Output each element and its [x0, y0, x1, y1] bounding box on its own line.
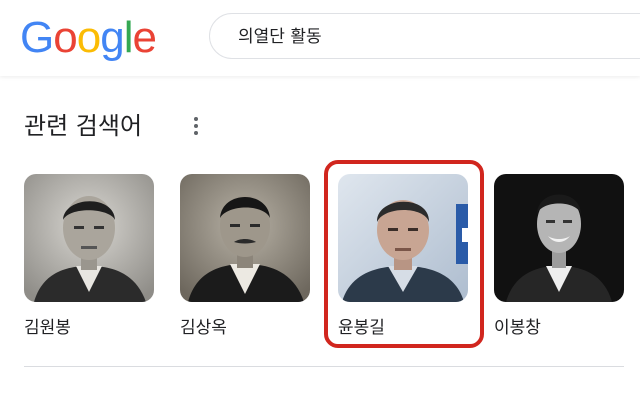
more-vert-icon[interactable]: [184, 112, 208, 140]
logo-letter: o: [53, 13, 78, 62]
logo-letter: o: [76, 13, 102, 62]
portrait-photo: [180, 174, 310, 302]
related-search-card[interactable]: 김상옥: [180, 174, 312, 354]
related-searches-title: 관련 검색어: [24, 112, 143, 140]
related-search-label: 김원봉: [24, 318, 71, 338]
portrait-photo: [24, 174, 154, 302]
divider: [24, 366, 624, 367]
related-search-label: 이봉창: [494, 318, 541, 338]
related-search-card[interactable]: 이봉창: [494, 174, 626, 354]
related-search-card[interactable]: 김원봉: [24, 174, 156, 354]
logo-letter: G: [20, 13, 54, 62]
header-bar: Google 의열단 활동: [0, 0, 640, 76]
highlight-box: [324, 160, 484, 348]
search-input[interactable]: 의열단 활동: [209, 13, 640, 59]
logo-letter: e: [132, 13, 157, 62]
google-logo[interactable]: Google: [20, 12, 157, 64]
portrait-photo: [494, 174, 624, 302]
search-query-text: 의열단 활동: [238, 27, 322, 47]
related-search-label: 김상옥: [180, 318, 227, 338]
logo-letter: l: [123, 13, 134, 62]
logo-letter: g: [100, 13, 125, 62]
